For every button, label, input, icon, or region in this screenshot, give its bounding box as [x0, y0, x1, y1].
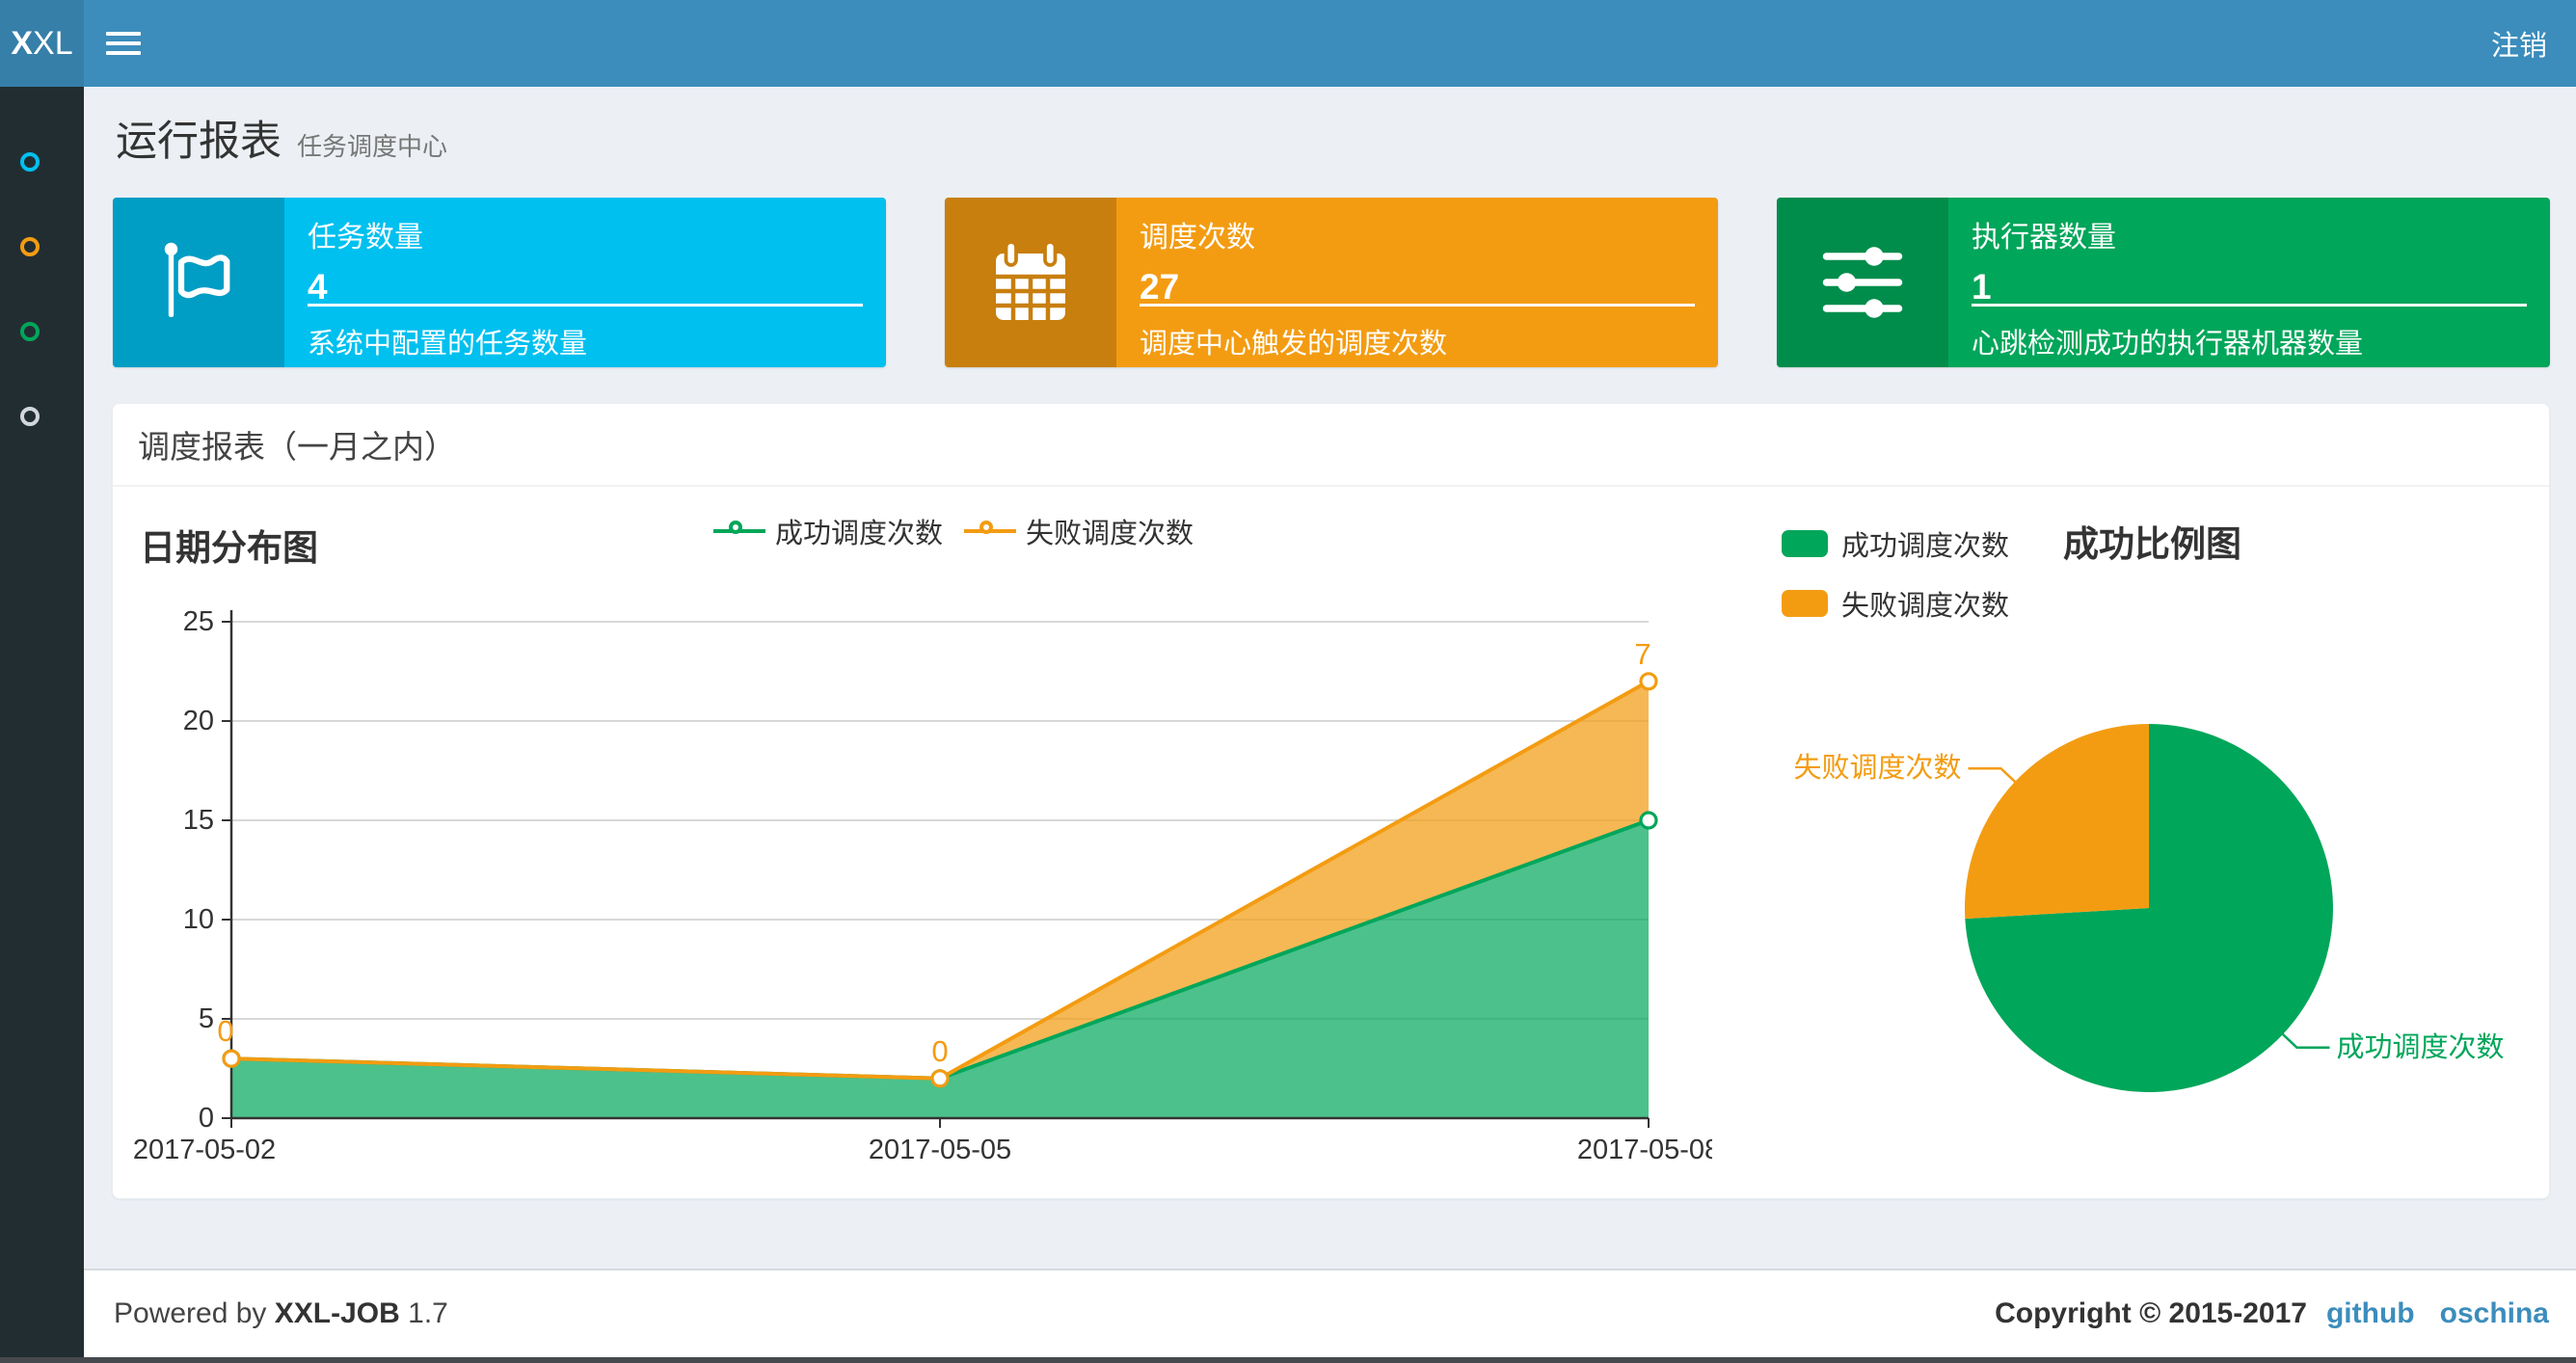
top-navbar: X XL 注销 — [0, 0, 2576, 87]
product-name: XXL-JOB — [274, 1297, 400, 1329]
info-box-divider — [1972, 304, 2527, 307]
page-header: 运行报表 任务调度中心 — [116, 108, 447, 168]
logo-text-bold: X — [11, 24, 34, 62]
circle-o-icon — [20, 407, 40, 426]
circle-o-icon — [20, 322, 40, 341]
line-chart-title: 日期分布图 — [140, 528, 318, 568]
svg-text:25: 25 — [183, 606, 214, 637]
line-circle-legend-icon — [713, 517, 765, 546]
sidebar-toggle-button[interactable] — [84, 0, 163, 87]
svg-text:成功调度次数: 成功调度次数 — [2336, 1031, 2504, 1063]
sidebar-item-run-report[interactable] — [0, 133, 84, 191]
page-title: 运行报表 — [116, 119, 282, 165]
info-box-divider — [1140, 304, 1695, 307]
xxl-job-dashboard: X XL 注销 运行报表 任务调度中心 任务数量 4 系统中配置的任务数量 调度… — [0, 0, 2576, 1363]
sliders-icon — [1777, 198, 1948, 367]
date-distribution-chart[interactable]: 05101520252017-05-02 2017-05-05 2017-05-08… — [112, 578, 1712, 1195]
main-footer: Powered by XXL-JOB 1.7 Copyright © 2015-… — [84, 1269, 2576, 1357]
pie-chart-title: 成功比例图 — [2063, 524, 2241, 564]
legend-item-success[interactable]: 成功调度次数 — [713, 511, 943, 551]
github-link[interactable]: github — [2326, 1297, 2415, 1330]
pie-chart-legend: 成功调度次数 失败调度次数 — [1782, 523, 2009, 643]
svg-text:2017-05-08: 2017-05-08 — [1577, 1135, 1712, 1165]
svg-text:2017-05-05: 2017-05-05 — [869, 1135, 1011, 1165]
powered-by: Powered by XXL-JOB 1.7 — [114, 1297, 448, 1329]
logout-link[interactable]: 注销 — [2462, 0, 2576, 87]
svg-text:7: 7 — [1634, 637, 1650, 671]
oschina-link[interactable]: oschina — [2440, 1297, 2549, 1330]
sidebar — [0, 87, 84, 1363]
info-box-value: 4 — [308, 267, 328, 307]
svg-text:0: 0 — [199, 1103, 214, 1134]
circle-o-icon — [20, 237, 40, 256]
info-box-label: 任务数量 — [308, 222, 423, 254]
info-box-label: 调度次数 — [1140, 222, 1255, 254]
svg-text:2017-05-02: 2017-05-02 — [133, 1135, 276, 1165]
svg-text:10: 10 — [183, 904, 214, 935]
sidebar-item-task-manage[interactable] — [0, 218, 84, 276]
circle-o-icon — [20, 152, 40, 172]
legend-item-fail[interactable]: 失败调度次数 — [964, 511, 1194, 551]
logo-text: XL — [33, 24, 73, 62]
legend-item-success[interactable]: 成功调度次数 — [1782, 523, 2009, 564]
window-edge — [0, 1357, 2576, 1363]
hamburger-icon — [106, 26, 141, 61]
svg-text:15: 15 — [183, 805, 214, 836]
line-chart-legend: 成功调度次数 失败调度次数 — [713, 511, 1194, 551]
line-circle-legend-icon — [964, 517, 1017, 546]
sidebar-item-dispatch-log[interactable] — [0, 303, 84, 361]
flag-icon — [113, 198, 284, 367]
success-ratio-pie-chart[interactable]: 成功调度次数 失败调度次数 — [1764, 578, 2555, 1195]
copyright-text: Copyright © 2015-2017 — [1995, 1297, 2307, 1329]
svg-text:0: 0 — [217, 1014, 233, 1048]
info-box-label: 执行器数量 — [1972, 222, 2116, 254]
page-subtitle: 任务调度中心 — [297, 132, 448, 161]
app-logo[interactable]: X XL — [0, 0, 84, 87]
info-box-value: 27 — [1140, 267, 1180, 307]
swatch-icon — [1782, 590, 1828, 617]
svg-text:0: 0 — [931, 1034, 948, 1068]
info-box-description: 系统中配置的任务数量 — [308, 329, 588, 360]
panel-title: 调度报表（一月之内） — [113, 404, 2549, 487]
info-box-task-count: 任务数量 4 系统中配置的任务数量 — [113, 198, 886, 367]
info-box-trigger-count: 调度次数 27 调度中心触发的调度次数 — [945, 198, 1718, 367]
legend-item-fail[interactable]: 失败调度次数 — [1782, 583, 2009, 624]
sidebar-item-help[interactable] — [0, 388, 84, 445]
info-box-description: 调度中心触发的调度次数 — [1140, 329, 1448, 360]
svg-text:20: 20 — [183, 706, 214, 736]
svg-text:失败调度次数: 失败调度次数 — [1794, 752, 1962, 784]
calendar-icon — [945, 198, 1116, 367]
info-box-value: 1 — [1972, 267, 1992, 307]
info-box-description: 心跳检测成功的执行器机器数量 — [1972, 329, 2364, 360]
swatch-icon — [1782, 530, 1828, 557]
info-box-executor-count: 执行器数量 1 心跳检测成功的执行器机器数量 — [1777, 198, 2550, 367]
svg-text:5: 5 — [199, 1003, 214, 1034]
info-box-divider — [308, 304, 863, 307]
